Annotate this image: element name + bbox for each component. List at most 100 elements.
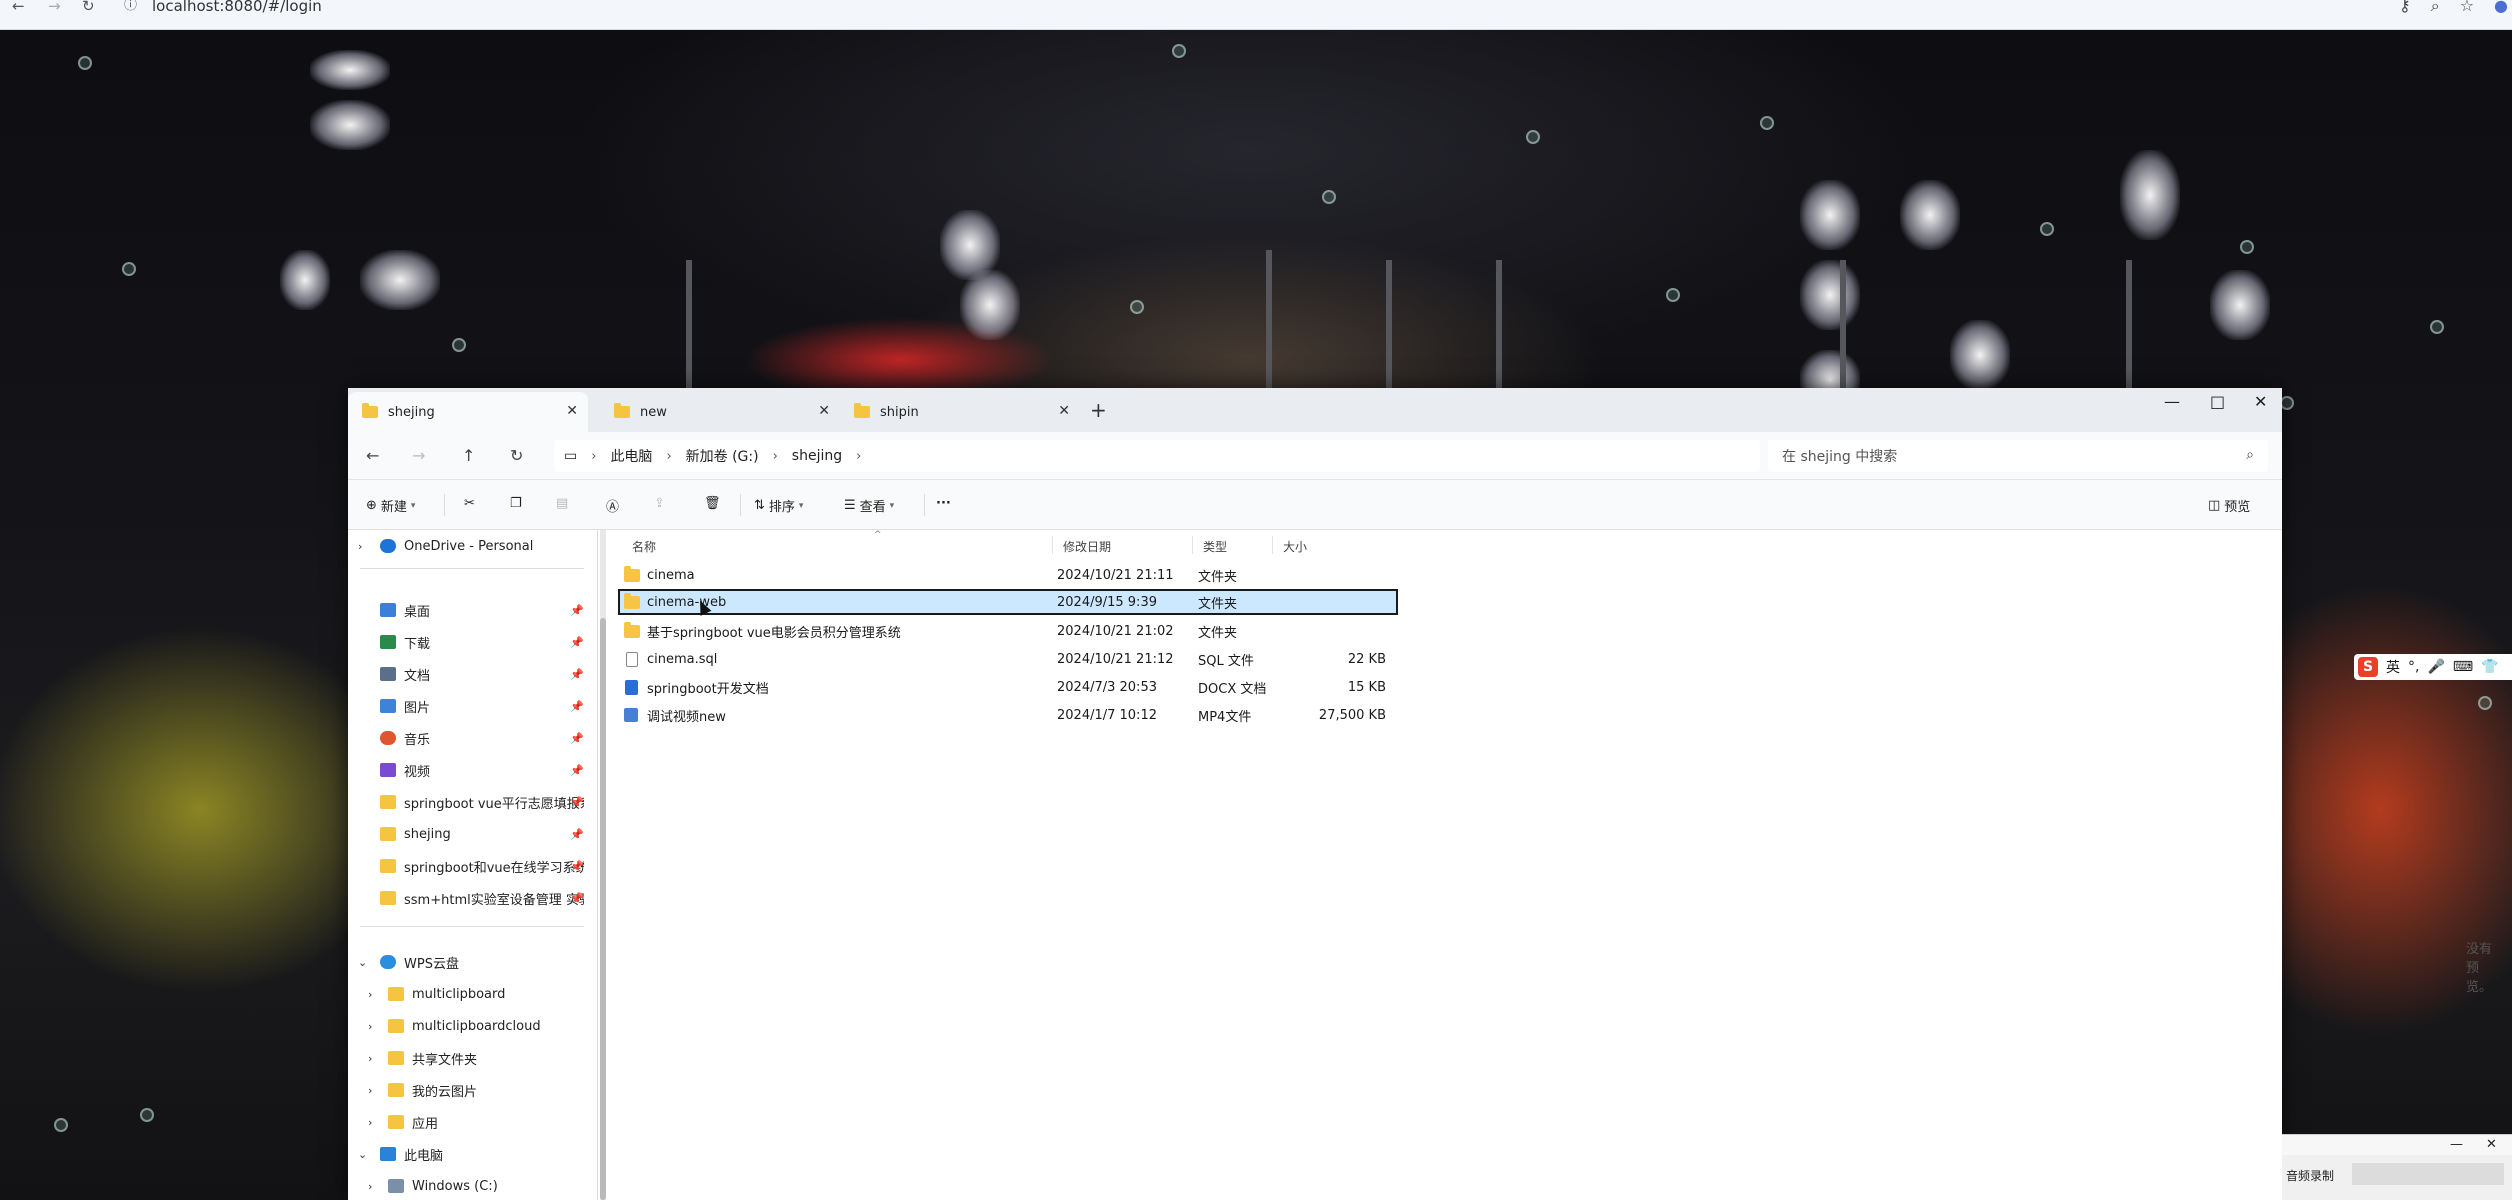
minimize-icon[interactable]: — bbox=[2164, 392, 2180, 411]
chevron-right-icon: › bbox=[358, 539, 363, 553]
nav-wps-cloud[interactable]: ⌄ WPS云盘 bbox=[348, 948, 597, 976]
reload-icon[interactable]: ↻ bbox=[82, 0, 95, 14]
password-key-icon[interactable]: ⚷ bbox=[2399, 0, 2411, 16]
new-button[interactable]: ⊕ 新建 ▾ bbox=[366, 496, 415, 515]
pin-icon[interactable]: 📌 bbox=[570, 860, 584, 873]
cut-button[interactable]: ✂ bbox=[464, 496, 475, 511]
nav-desktop[interactable]: 桌面 📌 bbox=[348, 596, 597, 624]
nav-pictures[interactable]: 图片 📌 bbox=[348, 692, 597, 720]
file-row[interactable]: 基于springboot vue电影会员积分管理系统 2024/10/21 21… bbox=[618, 618, 1398, 644]
column-header-date[interactable]: 修改日期 bbox=[1063, 538, 1111, 555]
nav-documents[interactable]: 文档 📌 bbox=[348, 660, 597, 688]
nav-folder-pinned[interactable]: springboot和vue在线学习系统 📌 bbox=[348, 852, 597, 880]
nav-downloads[interactable]: 下载 📌 bbox=[348, 628, 597, 656]
nav-wps-item[interactable]: › 应用 bbox=[348, 1108, 597, 1136]
file-row-selected[interactable]: cinema-web 2024/9/15 9:39 文件夹 bbox=[618, 589, 1398, 615]
list-view-icon: ☰ bbox=[844, 498, 856, 513]
ime-mode-toggle[interactable]: 英 bbox=[2386, 657, 2400, 677]
folder-icon bbox=[388, 1083, 404, 1097]
close-window-icon[interactable]: ✕ bbox=[2254, 392, 2267, 411]
breadcrumb[interactable]: ▭ › 此电脑 › 新加卷 (G:) › shejing › bbox=[554, 440, 1760, 472]
command-bar: ⊕ 新建 ▾ ✂ ❐ ▤ Ⓐ ⇪ 🗑 ⇅ 排序 ▾ ☰ 查看 ▾ ··· ◫ 预… bbox=[348, 480, 2282, 530]
pin-icon[interactable]: 📌 bbox=[570, 668, 584, 681]
pin-icon[interactable]: 📌 bbox=[570, 700, 584, 713]
preview-pane-button[interactable]: ◫ 预览 bbox=[2208, 496, 2250, 515]
more-options-button[interactable]: ··· bbox=[936, 496, 951, 511]
nav-wps-item[interactable]: › 我的云图片 bbox=[348, 1076, 597, 1104]
punctuation-icon[interactable]: °, bbox=[2408, 659, 2419, 675]
zoom-icon[interactable]: ⌕ bbox=[2431, 0, 2440, 16]
tab-shejing[interactable]: shejing ✕ bbox=[348, 392, 588, 432]
forward-arrow-icon[interactable]: → bbox=[412, 446, 425, 465]
share-button[interactable]: ⇪ bbox=[654, 496, 665, 511]
back-icon[interactable]: ← bbox=[12, 0, 25, 14]
file-row[interactable]: 调试视频new 2024/1/7 10:12 MP4文件 27,500 KB bbox=[618, 702, 1398, 728]
chevron-right-icon: › bbox=[368, 1019, 373, 1033]
copy-button[interactable]: ❐ bbox=[510, 496, 522, 511]
microphone-icon[interactable]: 🎤 bbox=[2427, 659, 2444, 675]
forward-icon[interactable]: → bbox=[48, 0, 61, 14]
breadcrumb-item[interactable]: 此电脑 bbox=[610, 446, 652, 466]
delete-button[interactable]: 🗑 bbox=[704, 496, 721, 511]
close-tab-icon[interactable]: ✕ bbox=[818, 403, 830, 419]
video-file-icon bbox=[624, 708, 638, 722]
address-row: ← → ↑ ↻ ▭ › 此电脑 › 新加卷 (G:) › shejing › 在… bbox=[348, 432, 2282, 480]
keyboard-icon[interactable]: ⌨ bbox=[2453, 659, 2473, 675]
minimize-icon[interactable]: — bbox=[2450, 1137, 2463, 1152]
file-row[interactable]: cinema 2024/10/21 21:11 文件夹 bbox=[618, 562, 1398, 588]
new-tab-plus-icon[interactable]: + bbox=[1090, 398, 1107, 422]
nav-wps-item[interactable]: › 共享文件夹 bbox=[348, 1044, 597, 1072]
column-header-type[interactable]: 类型 bbox=[1203, 538, 1227, 555]
close-icon[interactable]: ✕ bbox=[2486, 1137, 2497, 1152]
nav-wps-item[interactable]: › multiclipboardcloud bbox=[348, 1012, 597, 1040]
folder-icon bbox=[388, 1019, 404, 1033]
pin-icon[interactable]: 📌 bbox=[570, 604, 584, 617]
desktop-icon bbox=[380, 603, 396, 617]
view-button[interactable]: ☰ 查看 ▾ bbox=[844, 496, 894, 515]
pin-icon[interactable]: 📌 bbox=[570, 892, 584, 905]
tab-shipin[interactable]: shipin ✕ bbox=[840, 392, 1080, 432]
nav-music[interactable]: 音乐 📌 bbox=[348, 724, 597, 752]
site-info-icon[interactable]: ⓘ bbox=[124, 0, 137, 14]
nav-folder-pinned[interactable]: springboot vue平行志愿填报系统 📌 bbox=[348, 788, 597, 816]
nav-this-pc[interactable]: ⌄ 此电脑 bbox=[348, 1140, 597, 1168]
nav-folder-pinned[interactable]: ssm+html实验室设备管理 实验室 📌 bbox=[348, 884, 597, 912]
pin-icon[interactable]: 📌 bbox=[570, 764, 584, 777]
column-header-size[interactable]: 大小 bbox=[1283, 538, 1307, 555]
address-bar[interactable]: localhost:8080/#/login bbox=[152, 0, 322, 15]
nav-onedrive[interactable]: › OneDrive - Personal bbox=[348, 532, 597, 560]
file-row[interactable]: springboot开发文档 2024/7/3 20:53 DOCX 文档 15… bbox=[618, 674, 1398, 700]
sort-button[interactable]: ⇅ 排序 ▾ bbox=[754, 496, 803, 515]
nav-folder-pinned[interactable]: shejing 📌 bbox=[348, 820, 597, 848]
close-tab-icon[interactable]: ✕ bbox=[566, 403, 578, 419]
folder-icon bbox=[380, 795, 396, 809]
up-arrow-icon[interactable]: ↑ bbox=[462, 446, 475, 465]
tab-new[interactable]: new ✕ bbox=[600, 392, 840, 432]
column-header-name[interactable]: 名称 bbox=[632, 538, 656, 555]
refresh-icon[interactable]: ↻ bbox=[510, 446, 523, 465]
rename-button[interactable]: Ⓐ bbox=[606, 496, 619, 515]
sogou-logo-icon[interactable]: S bbox=[2358, 657, 2378, 677]
nav-wps-item[interactable]: › multiclipboard bbox=[348, 980, 597, 1008]
nav-videos[interactable]: 视频 📌 bbox=[348, 756, 597, 784]
search-input[interactable]: 在 shejing 中搜索 ⌕ bbox=[1768, 440, 2268, 472]
folder-icon bbox=[380, 859, 396, 873]
breadcrumb-item[interactable]: 新加卷 (G:) bbox=[686, 446, 759, 466]
skin-icon[interactable]: 👕 bbox=[2481, 659, 2498, 675]
close-tab-icon[interactable]: ✕ bbox=[1058, 403, 1070, 419]
back-arrow-icon[interactable]: ← bbox=[366, 446, 379, 465]
pin-icon[interactable]: 📌 bbox=[570, 636, 584, 649]
maximize-icon[interactable]: □ bbox=[2210, 392, 2225, 411]
bookmark-star-icon[interactable]: ☆ bbox=[2460, 0, 2474, 16]
pin-icon[interactable]: 📌 bbox=[570, 796, 584, 809]
breadcrumb-item[interactable]: shejing bbox=[792, 448, 842, 464]
profile-icon[interactable]: ● bbox=[2494, 0, 2508, 16]
file-row[interactable]: cinema.sql 2024/10/21 21:12 SQL 文件 22 KB bbox=[618, 646, 1398, 672]
paste-button[interactable]: ▤ bbox=[556, 496, 568, 511]
audio-source-field[interactable] bbox=[2352, 1163, 2504, 1185]
share-icon: ⇪ bbox=[654, 496, 665, 511]
pin-icon[interactable]: 📌 bbox=[570, 732, 584, 745]
nav-drive-c[interactable]: › Windows (C:) bbox=[348, 1172, 597, 1200]
ime-toolbar[interactable]: S 英 °, 🎤 ⌨ 👕 bbox=[2354, 654, 2512, 680]
pin-icon[interactable]: 📌 bbox=[570, 828, 584, 841]
